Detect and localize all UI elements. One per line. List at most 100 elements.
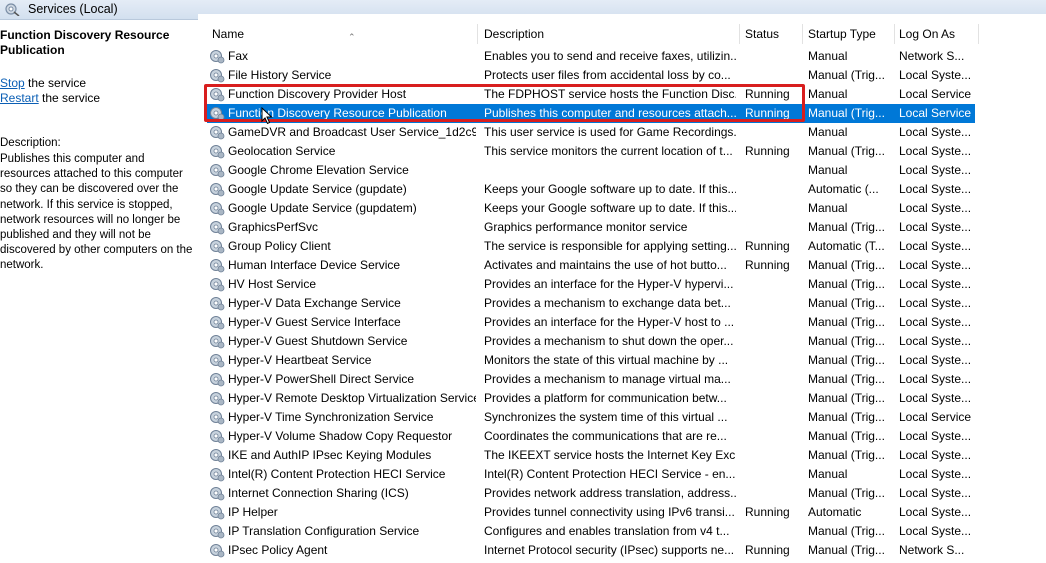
- table-row[interactable]: Internet Connection Sharing (ICS) Provide…: [198, 484, 1046, 503]
- service-logon-cell: Network S...: [899, 49, 965, 63]
- table-row[interactable]: HV Host Service Provides an interface for…: [198, 275, 1046, 294]
- table-row[interactable]: Hyper-V Guest Service Interface Provides …: [198, 313, 1046, 332]
- service-logon-cell: Local Syste...: [899, 505, 972, 519]
- stop-suffix: the service: [24, 76, 87, 90]
- restart-service-link[interactable]: Restart: [0, 91, 39, 105]
- service-description-cell: The service is responsible for applying …: [484, 239, 736, 253]
- table-row[interactable]: GameDVR and Broadcast User Service_1d2c9…: [198, 123, 1046, 142]
- table-row[interactable]: Hyper-V Data Exchange Service Provides a …: [198, 294, 1046, 313]
- column-header-log-on-as[interactable]: Log On As: [895, 24, 979, 44]
- service-description-cell: This service monitors the current locati…: [484, 144, 733, 158]
- table-row[interactable]: Hyper-V Guest Shutdown Service Provides a…: [198, 332, 1046, 351]
- service-status-cell: [745, 389, 805, 408]
- table-row[interactable]: Google Chrome Elevation Service Manual Loc…: [198, 161, 1046, 180]
- service-startup-cell: Manual: [808, 201, 848, 215]
- service-description-cell: Activates and maintains the use of hot b…: [484, 258, 727, 272]
- service-logon-cell: Local Syste...: [899, 68, 972, 82]
- services-list: Name ⌃ Description Status Startup Type L…: [198, 14, 1046, 563]
- service-status-cell: [745, 370, 805, 389]
- service-detail-pane: Function Discovery Resource Publication …: [0, 20, 196, 563]
- table-row[interactable]: Function Discovery Provider Host The FDPH…: [198, 85, 1046, 104]
- service-gear-icon: [209, 352, 225, 368]
- table-row[interactable]: Hyper-V Heartbeat Service Monitors the st…: [198, 351, 1046, 370]
- table-row[interactable]: Hyper-V Time Synchronization Service Sync…: [198, 408, 1046, 427]
- table-row[interactable]: Hyper-V Remote Desktop Virtualization Se…: [198, 389, 1046, 408]
- service-gear-icon: [209, 219, 225, 235]
- table-row[interactable]: Intel(R) Content Protection HECI Service…: [198, 465, 1046, 484]
- service-logon-cell: Local Syste...: [899, 486, 972, 500]
- service-logon-cell: Local Syste...: [899, 334, 972, 348]
- description-text: Publishes this computer and resources at…: [0, 153, 193, 272]
- service-gear-icon: [209, 428, 225, 444]
- service-status-cell: [745, 180, 805, 199]
- service-name-cell: Hyper-V Remote Desktop Virtualization Se…: [228, 391, 476, 405]
- service-status-cell: [745, 427, 805, 446]
- service-description-cell: Keeps your Google software up to date. I…: [484, 201, 736, 215]
- table-row[interactable]: Google Update Service (gupdatem) Keeps yo…: [198, 199, 1046, 218]
- service-name-cell: Google Update Service (gupdatem): [228, 201, 417, 215]
- service-name-cell: IP Helper: [228, 505, 278, 519]
- table-row[interactable]: Geolocation Service This service monitors…: [198, 142, 1046, 161]
- service-startup-cell: Manual: [808, 49, 848, 63]
- column-header-description[interactable]: Description: [480, 24, 740, 44]
- restart-action: Restart the service: [0, 91, 100, 105]
- service-status-cell: [745, 47, 805, 66]
- table-row[interactable]: IP Translation Configuration Service Conf…: [198, 522, 1046, 541]
- service-status-cell: Running: [745, 144, 790, 158]
- service-description-cell: [484, 161, 736, 180]
- description-label: Description:: [0, 137, 61, 149]
- table-row[interactable]: IKE and AuthIP IPsec Keying Modules The I…: [198, 446, 1046, 465]
- service-name-cell: Hyper-V Heartbeat Service: [228, 353, 372, 367]
- table-row[interactable]: Function Discovery Resource Publication P…: [198, 104, 1046, 123]
- table-row[interactable]: Group Policy Client The service is respon…: [198, 237, 1046, 256]
- service-logon-cell: Local Syste...: [899, 391, 972, 405]
- service-logon-cell: Local Syste...: [899, 239, 972, 253]
- table-row[interactable]: GraphicsPerfSvc Graphics performance moni…: [198, 218, 1046, 237]
- service-name-cell: Group Policy Client: [228, 239, 331, 253]
- service-startup-cell: Manual: [808, 467, 848, 481]
- service-gear-icon: [209, 409, 225, 425]
- service-gear-icon: [209, 124, 225, 140]
- table-row[interactable]: IPsec Policy Agent Internet Protocol secu…: [198, 541, 1046, 560]
- service-status-cell: [745, 294, 805, 313]
- column-header-startup-type[interactable]: Startup Type: [804, 24, 895, 44]
- service-status-cell: [745, 522, 805, 541]
- service-status-cell: [745, 332, 805, 351]
- service-description-cell: Graphics performance monitor service: [484, 220, 688, 234]
- table-row[interactable]: File History Service Protects user files …: [198, 66, 1046, 85]
- service-gear-icon: [209, 447, 225, 463]
- column-header-name-label: Name: [212, 27, 245, 41]
- column-header-startup-label: Startup Type: [808, 27, 876, 41]
- table-row[interactable]: Hyper-V PowerShell Direct Service Provide…: [198, 370, 1046, 389]
- column-header-name[interactable]: Name ⌃: [208, 24, 478, 44]
- service-logon-cell: Local Syste...: [899, 220, 972, 234]
- service-description-cell: Internet Protocol security (IPsec) suppo…: [484, 543, 735, 557]
- table-row[interactable]: Fax Enables you to send and receive faxes…: [198, 47, 1046, 66]
- service-status-cell: Running: [745, 87, 790, 101]
- service-logon-cell: Local Service: [899, 106, 972, 120]
- service-gear-icon: [209, 86, 225, 102]
- service-logon-cell: Local Syste...: [899, 296, 972, 310]
- table-row[interactable]: Hyper-V Volume Shadow Copy Requestor Coor…: [198, 427, 1046, 446]
- service-name-cell: Function Discovery Provider Host: [228, 87, 407, 101]
- service-gear-icon: [209, 276, 225, 292]
- service-status-cell: [745, 446, 805, 465]
- stop-service-link[interactable]: Stop: [0, 76, 25, 90]
- service-startup-cell: Manual (Trig...: [808, 391, 885, 405]
- table-row[interactable]: Google Update Service (gupdate) Keeps you…: [198, 180, 1046, 199]
- service-logon-cell: Local Syste...: [899, 144, 972, 158]
- table-row[interactable]: Human Interface Device Service Activates …: [198, 256, 1046, 275]
- service-gear-icon: [209, 238, 225, 254]
- service-status-cell: [745, 218, 805, 237]
- service-gear-icon: [209, 333, 225, 349]
- column-header-status[interactable]: Status: [741, 24, 803, 44]
- service-startup-cell: Automatic: [808, 505, 862, 519]
- service-status-cell: [745, 408, 805, 427]
- service-logon-cell: Local Syste...: [899, 467, 972, 481]
- service-gear-icon: [209, 105, 225, 121]
- selected-service-name: Function Discovery Resource Publication: [0, 28, 170, 57]
- service-status-cell: [745, 161, 805, 180]
- table-row[interactable]: IP Helper Provides tunnel connectivity us…: [198, 503, 1046, 522]
- service-description-cell: Provides a mechanism to exchange data be…: [484, 296, 731, 310]
- restart-suffix: the service: [38, 91, 101, 105]
